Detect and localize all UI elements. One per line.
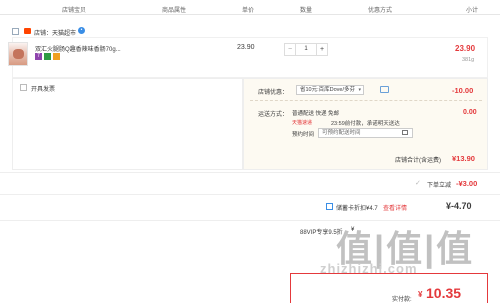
chevron-down-icon: ▾: [358, 87, 361, 93]
tag-icon-green: [44, 53, 51, 60]
coupon-select-value: 省10元:百库Dove/多芬: [300, 87, 356, 93]
paid-amount: 10.35: [426, 285, 462, 301]
qty-minus-button[interactable]: −: [285, 44, 296, 55]
paid-label: 实付款:: [392, 297, 412, 303]
qty-value[interactable]: 1: [296, 44, 316, 55]
delivery-time-placeholder: 可预约配送时间: [322, 130, 361, 136]
delivery-note: 23:59前付款，承诺明天送达: [331, 121, 400, 127]
header-store: 店铺宝贝: [62, 8, 87, 14]
divider: [250, 100, 482, 101]
qty-plus-button[interactable]: +: [316, 44, 327, 55]
calendar-icon[interactable]: [402, 130, 408, 135]
divider: [0, 194, 500, 195]
store-label[interactable]: 店铺：天猫超市: [34, 28, 76, 37]
item-unit-price: 23.90: [237, 44, 255, 51]
delivery-mode[interactable]: 普通配送 快递 免邮: [292, 109, 339, 117]
card-discount-value: ¥-4.70: [446, 201, 472, 211]
message-icon[interactable]: [380, 86, 389, 93]
card-discount-link[interactable]: 查看详情: [383, 203, 407, 212]
check-icon: ✓: [415, 180, 421, 187]
store-icon: [24, 28, 31, 34]
item-subtotal: 23.90: [455, 44, 476, 53]
column-header: 店铺宝贝 商品属性 单价 数量 优惠方式 小计: [0, 0, 500, 15]
invoice-checkbox[interactable]: [20, 84, 27, 91]
card-discount-label: 储蓄卡折扣¥4.7: [336, 206, 378, 212]
header-price: 单价: [242, 8, 255, 14]
item-weight: 381g: [462, 57, 475, 63]
coupon-select[interactable]: 省10元:百库Dove/多芬 ▾: [296, 85, 364, 95]
delivery-label: 运送方式：: [258, 112, 289, 118]
coupon-label: 店铺优惠：: [258, 90, 289, 96]
coupon-amount: -10.00: [452, 86, 474, 95]
item-thumbnail[interactable]: [8, 42, 28, 66]
store-total-label: 店铺合计(含运费): [395, 158, 441, 164]
divider: [0, 172, 500, 173]
store-total-value: ¥13.90: [452, 154, 475, 163]
tag-icon-yellow: [53, 53, 60, 60]
instant-discount-value: -¥3.00: [456, 179, 478, 188]
card-discount-checkbox[interactable]: [326, 203, 333, 210]
store-checkbox[interactable]: [12, 28, 19, 35]
header-subtotal: 小计: [466, 8, 479, 14]
delivery-amount: 0.00: [463, 109, 477, 116]
chat-badge-icon[interactable]: •: [78, 27, 85, 34]
delivery-time-input[interactable]: 可预约配送时间: [318, 128, 413, 138]
header-discount: 优惠方式: [368, 8, 393, 14]
item-title[interactable]: 双汇火腿肠Q趣香辣味香肠70g...: [35, 44, 121, 53]
delivery-tag: 天猫速递: [292, 120, 313, 126]
header-qty: 数量: [300, 8, 313, 14]
tag-icon-7: 7: [35, 53, 42, 60]
header-props: 商品属性: [162, 8, 187, 14]
delivery-time-label: 预约时间: [292, 132, 315, 138]
quantity-stepper[interactable]: − 1 +: [284, 43, 328, 56]
invoice-label[interactable]: 开具发票: [31, 84, 55, 93]
paid-symbol: ¥: [418, 290, 423, 299]
instant-discount-label: 下单立减: [427, 183, 452, 189]
